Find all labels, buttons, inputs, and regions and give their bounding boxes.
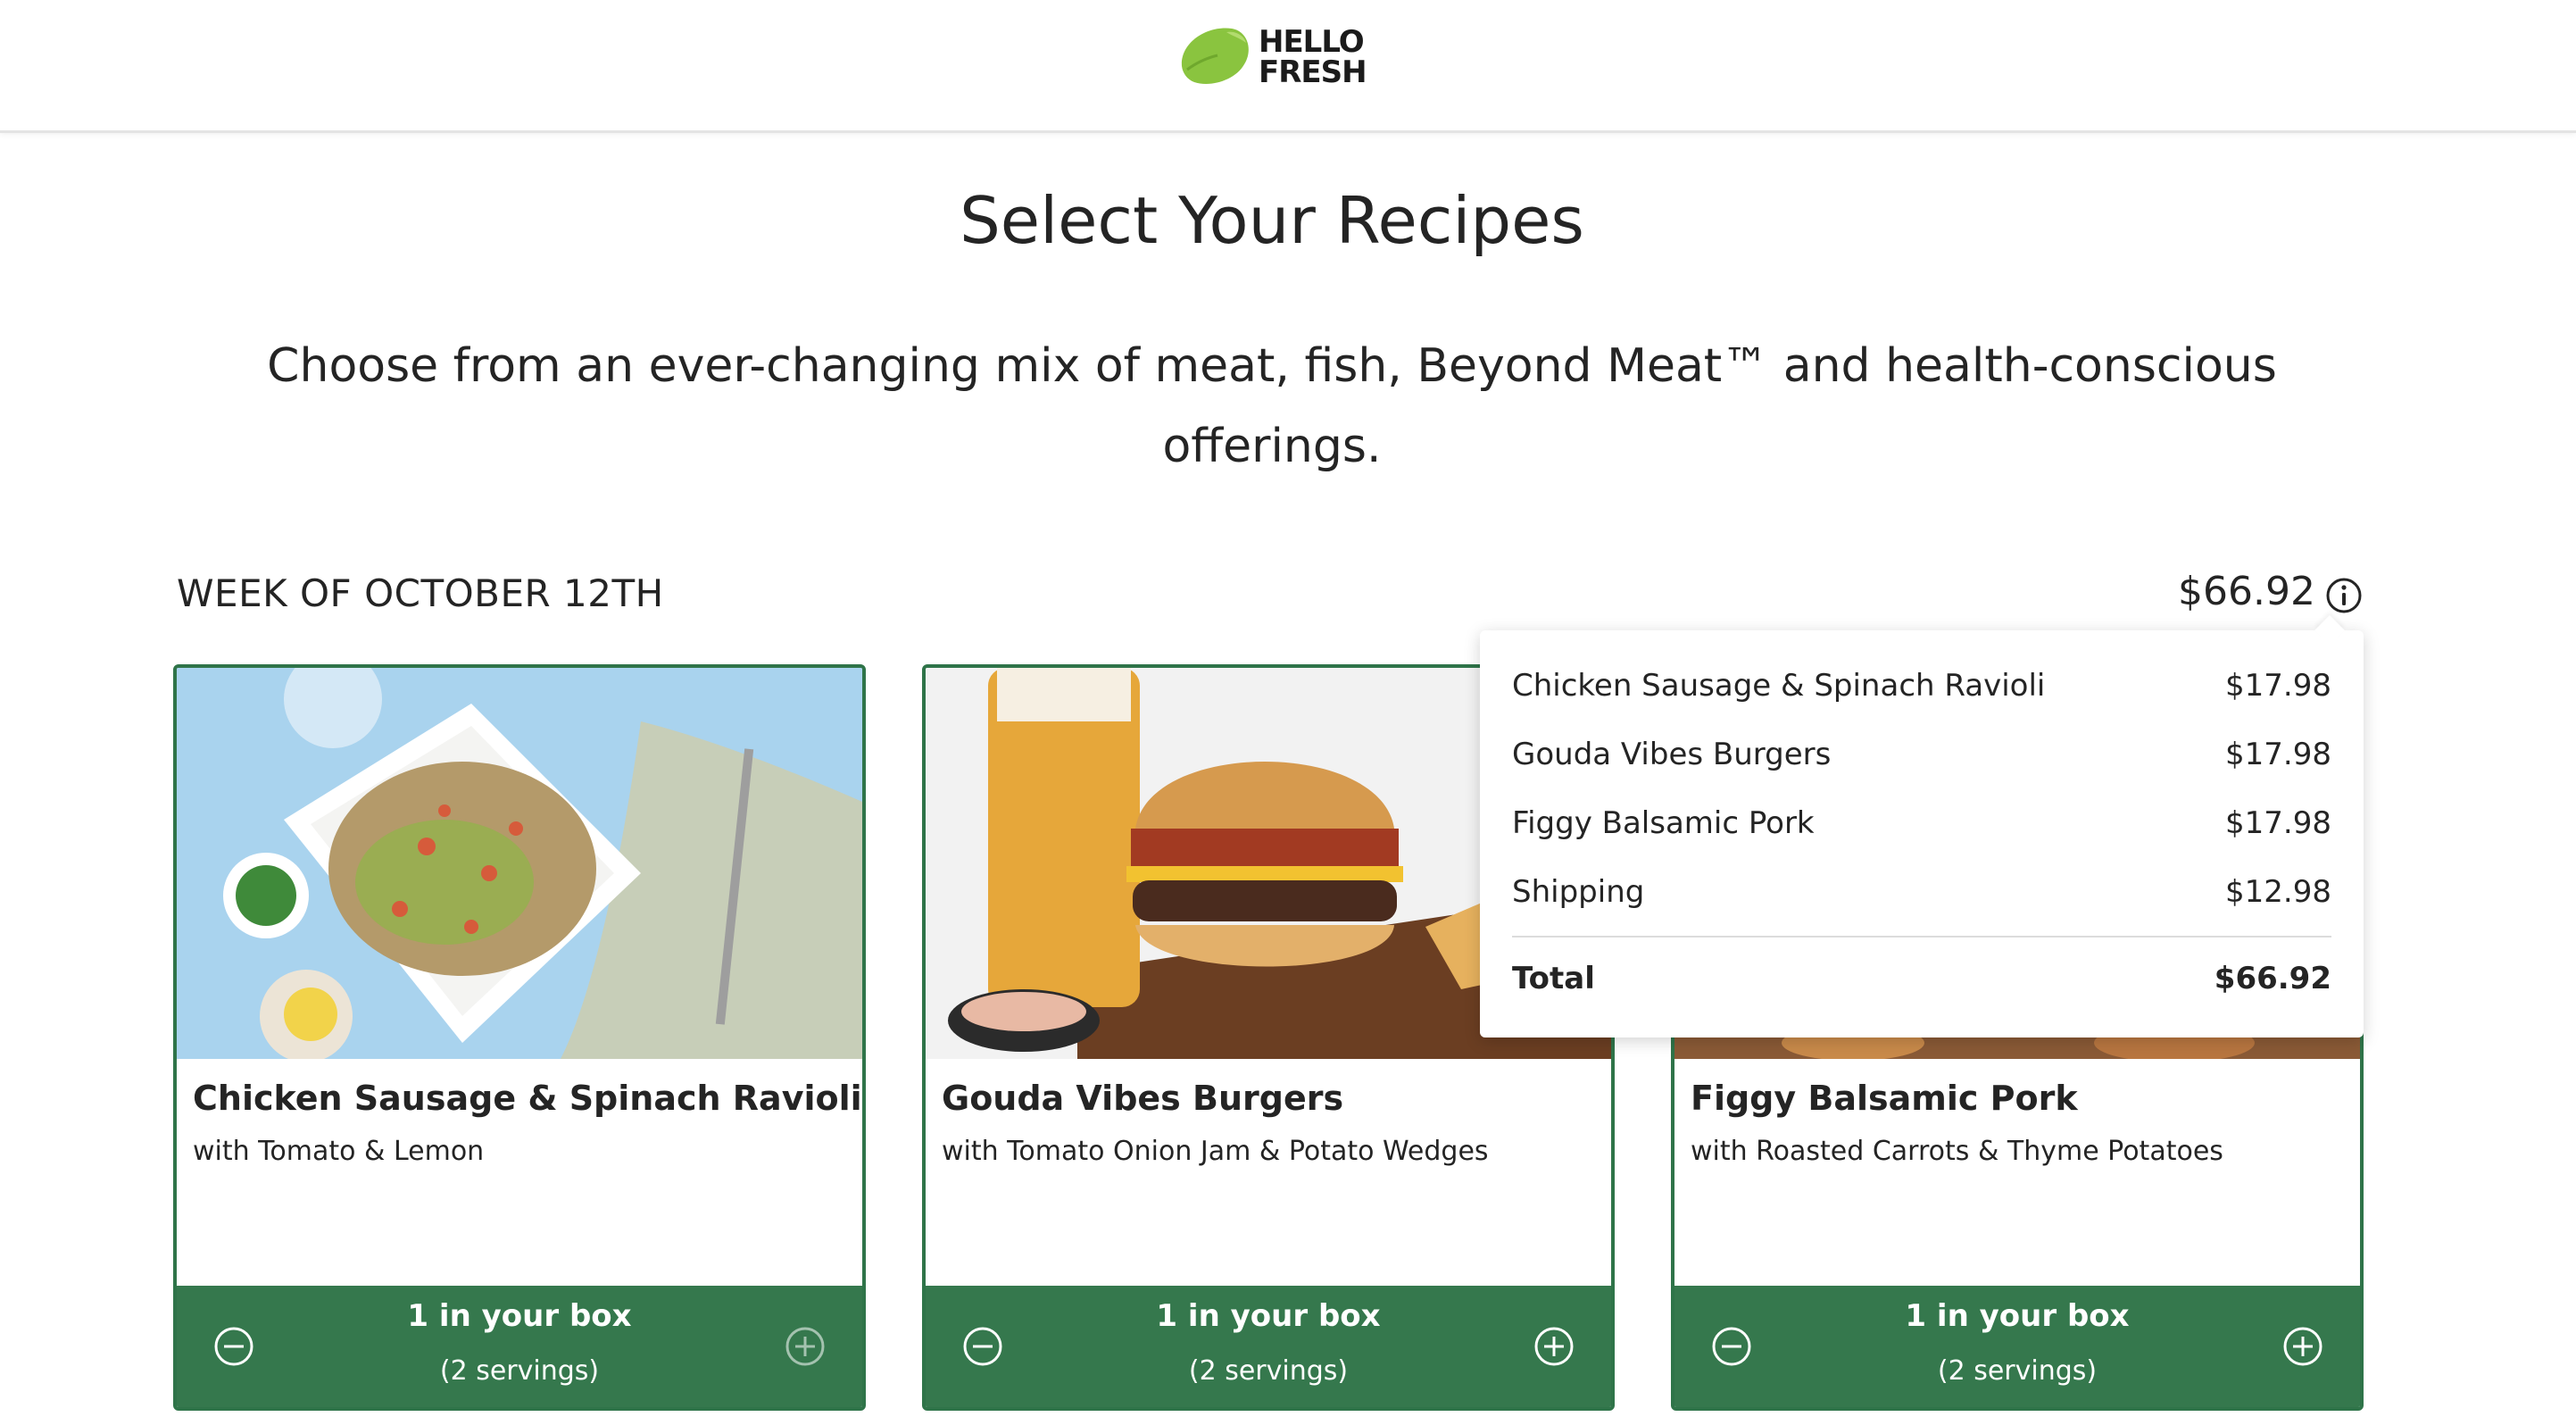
info-icon[interactable] xyxy=(2324,576,2364,615)
recipe-title: Gouda Vibes Burgers xyxy=(942,1079,1344,1118)
price-item-name: Shipping xyxy=(1512,874,1645,910)
recipe-title: Figgy Balsamic Pork xyxy=(1691,1079,2078,1118)
price-item-name: Gouda Vibes Burgers xyxy=(1512,737,1832,772)
divider xyxy=(1512,936,2331,938)
top-bar: HELLO FRESH xyxy=(0,0,2576,133)
quantity-bar: 1 in your box (2 servings) xyxy=(177,1286,862,1407)
price-item-value: $17.98 xyxy=(2225,668,2331,704)
servings-label: (2 servings) xyxy=(1937,1355,2098,1387)
lime-logo-icon xyxy=(1181,28,1249,84)
recipe-subtitle: with Roasted Carrots & Thyme Potatoes xyxy=(1691,1136,2223,1167)
page-subtitle: Choose from an ever-changing mix of meat… xyxy=(267,339,2277,473)
price-breakdown-popover: Chicken Sausage & Spinach Ravioli $17.98… xyxy=(1480,630,2364,1038)
recipe-title: Chicken Sausage & Spinach Ravioli xyxy=(193,1079,862,1118)
box-total-price: $66.92 xyxy=(2178,569,2315,614)
price-item-name: Chicken Sausage & Spinach Ravioli xyxy=(1512,668,2046,704)
quantity-bar: 1 in your box (2 servings) xyxy=(926,1286,1611,1407)
logo-line-2: FRESH xyxy=(1259,54,1367,90)
quantity-label: 1 in your box xyxy=(407,1298,632,1334)
total-value: $66.92 xyxy=(2214,961,2331,996)
quantity-label: 1 in your box xyxy=(1905,1298,2130,1334)
week-label: WEEK OF OCTOBER 12TH xyxy=(177,571,664,615)
logo-line-1: HELLO xyxy=(1259,24,1365,60)
servings-label: (2 servings) xyxy=(1188,1355,1349,1387)
recipe-card[interactable]: Chicken Sausage & Spinach Ravioli with T… xyxy=(173,664,866,1411)
ravioli-plate-photo xyxy=(177,668,862,1059)
plus-circle-icon[interactable] xyxy=(2281,1325,2324,1368)
plus-circle-icon[interactable] xyxy=(784,1325,827,1368)
total-label: Total xyxy=(1512,961,1595,996)
recipe-subtitle: with Tomato & Lemon xyxy=(193,1136,485,1167)
page-title: Select Your Recipes xyxy=(960,183,1584,258)
logo-wordmark: HELLO FRESH xyxy=(1259,27,1367,88)
plus-circle-icon[interactable] xyxy=(1533,1325,1575,1368)
price-item-value: $17.98 xyxy=(2225,805,2331,841)
recipe-subtitle: with Tomato Onion Jam & Potato Wedges xyxy=(942,1136,1489,1167)
quantity-bar: 1 in your box (2 servings) xyxy=(1674,1286,2360,1407)
price-item-value: $12.98 xyxy=(2225,874,2331,910)
price-item-name: Figgy Balsamic Pork xyxy=(1512,805,1815,841)
price-item-value: $17.98 xyxy=(2225,737,2331,772)
hellofresh-logo[interactable]: HELLO FRESH xyxy=(1176,23,1373,88)
quantity-label: 1 in your box xyxy=(1156,1298,1381,1334)
servings-label: (2 servings) xyxy=(439,1355,600,1387)
